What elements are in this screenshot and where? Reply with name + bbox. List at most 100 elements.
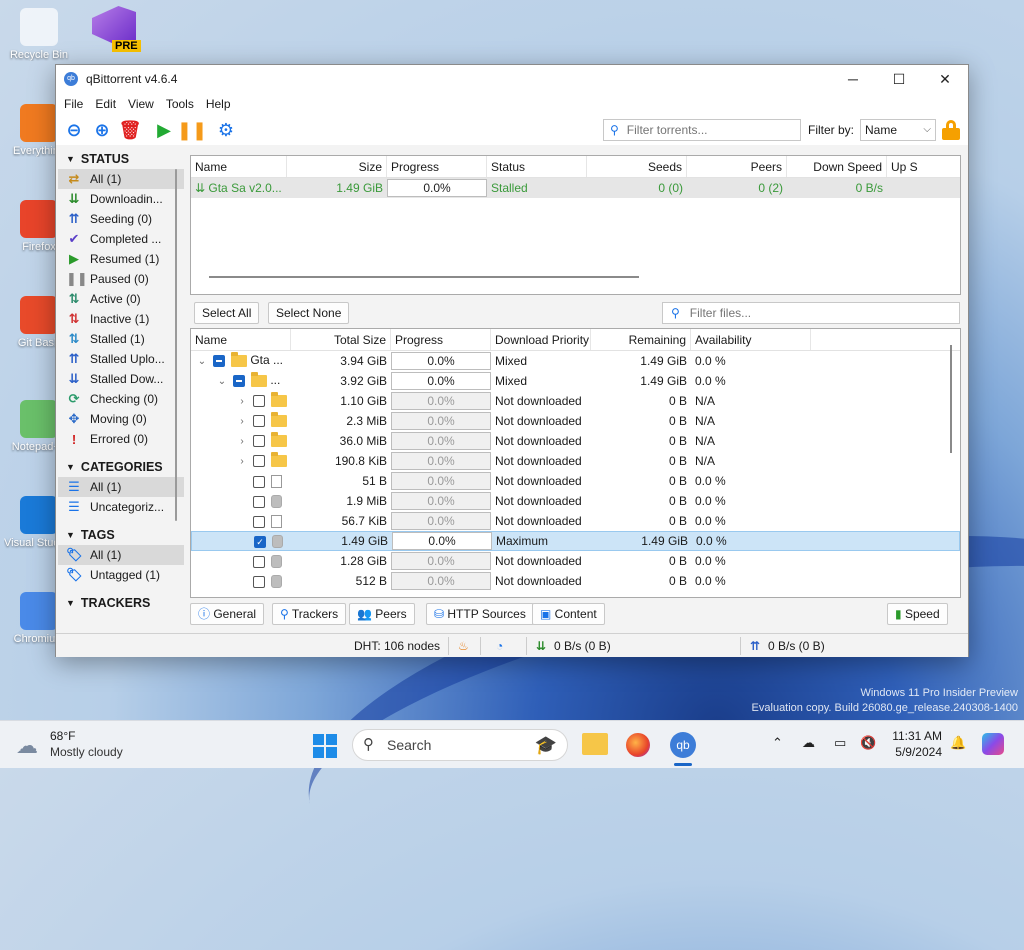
menu-tools[interactable]: Tools bbox=[160, 97, 200, 111]
status-filter-item[interactable]: ⇈ Stalled Uplo... bbox=[58, 349, 184, 369]
expand-arrow-icon[interactable]: › bbox=[235, 412, 249, 432]
file-row[interactable]: ⌄ Gta ... 3.94 GiB 0.0% Mixed 1.49 GiB 0.0 % bbox=[191, 351, 960, 371]
file-col-header[interactable]: Remaining bbox=[591, 329, 691, 350]
file-row[interactable]: 51 B 0.0% Not downloaded 0 B 0.0 % bbox=[191, 471, 960, 491]
file-row[interactable]: › 190.8 KiB 0.0% Not downloaded 0 B N/A bbox=[191, 451, 960, 471]
status-filter-item[interactable]: ⇊ Stalled Dow... bbox=[58, 369, 184, 389]
file-row[interactable]: 1.9 MiB 0.0% Not downloaded 0 B 0.0 % bbox=[191, 491, 960, 511]
resume-icon[interactable]: ▶ bbox=[150, 117, 178, 143]
menu-view[interactable]: View bbox=[122, 97, 160, 111]
status-filter-item[interactable]: ⇄ All (1) bbox=[58, 169, 184, 189]
tab-peers[interactable]: 👥 Peers bbox=[349, 603, 415, 625]
gear-icon[interactable]: ⚙ bbox=[212, 117, 240, 143]
file-checkbox[interactable] bbox=[253, 454, 265, 467]
file-explorer-icon[interactable] bbox=[582, 733, 608, 755]
status-filter-item[interactable]: ▶ Resumed (1) bbox=[58, 249, 184, 269]
file-cell[interactable]: Mixed bbox=[491, 351, 591, 371]
file-row[interactable]: › 2.3 MiB 0.0% Not downloaded 0 B N/A bbox=[191, 411, 960, 431]
add-torrent-icon[interactable]: ⊕ bbox=[88, 117, 116, 143]
speed-limit-icon[interactable]: ◔ bbox=[496, 639, 503, 653]
file-row[interactable]: › 1.10 GiB 0.0% Not downloaded 0 B N/A bbox=[191, 391, 960, 411]
maximize-button[interactable]: ☐ bbox=[876, 65, 922, 93]
file-cell[interactable]: Not downloaded bbox=[491, 391, 591, 411]
status-filter-item[interactable]: ⇊ Downloadin... bbox=[58, 189, 184, 209]
taskbar-search[interactable]: ⚲ Search 🎓 bbox=[352, 729, 568, 761]
select-none-button[interactable]: Select None bbox=[268, 302, 350, 324]
bell-icon[interactable]: 🔔 bbox=[950, 735, 966, 751]
filter-files-input[interactable] bbox=[687, 305, 848, 321]
file-col-header[interactable]: Name bbox=[191, 329, 291, 350]
display-icon[interactable]: ▭ bbox=[834, 735, 846, 751]
file-checkbox[interactable] bbox=[253, 434, 265, 447]
weather-desc[interactable]: Mostly cloudy bbox=[50, 745, 123, 759]
status-filter-item[interactable]: ⇅ Inactive (1) bbox=[58, 309, 184, 329]
file-checkbox[interactable]: ✓ bbox=[254, 535, 266, 548]
status-filter-item[interactable]: ⇅ Stalled (1) bbox=[58, 329, 184, 349]
file-cell[interactable]: Not downloaded bbox=[491, 571, 591, 591]
select-all-button[interactable]: Select All bbox=[194, 302, 260, 324]
status-filter-item[interactable]: ✔ Completed ... bbox=[58, 229, 184, 249]
file-cell[interactable]: Mixed bbox=[491, 371, 591, 391]
status-filter-item[interactable]: ✥ Moving (0) bbox=[58, 409, 184, 429]
filter-torrents-input[interactable] bbox=[624, 122, 785, 138]
torrent-col-header[interactable]: Name bbox=[191, 156, 287, 177]
file-row[interactable]: ✓ 1.49 GiB 0.0% Maximum 1.49 GiB 0.0 % bbox=[191, 531, 960, 551]
file-checkbox[interactable] bbox=[253, 495, 265, 508]
file-cell[interactable]: Not downloaded bbox=[491, 451, 591, 471]
status-filter-item[interactable]: ⇅ Active (0) bbox=[58, 289, 184, 309]
torrent-filter-box[interactable]: ⚲ bbox=[603, 119, 801, 141]
minimize-button[interactable]: ─ bbox=[830, 65, 876, 93]
file-checkbox[interactable] bbox=[253, 515, 265, 528]
expand-arrow-icon[interactable]: › bbox=[235, 392, 249, 412]
file-row[interactable]: 512 B 0.0% Not downloaded 0 B 0.0 % bbox=[191, 571, 960, 591]
expand-arrow-icon[interactable]: ⌄ bbox=[195, 352, 209, 372]
clock[interactable]: 11:31 AM 5/9/2024 bbox=[890, 729, 942, 759]
file-col-header[interactable]: Availability bbox=[691, 329, 811, 350]
status-filter-item[interactable]: ⟳ Checking (0) bbox=[58, 389, 184, 409]
torrent-col-header[interactable]: Progress bbox=[387, 156, 487, 177]
firefox-icon[interactable] bbox=[626, 733, 650, 757]
file-cell[interactable]: Not downloaded bbox=[491, 511, 591, 531]
file-checkbox[interactable] bbox=[253, 575, 265, 588]
file-checkbox[interactable] bbox=[233, 374, 245, 387]
torrent-col-header[interactable]: Down Speed bbox=[787, 156, 887, 177]
file-col-header[interactable]: Total Size bbox=[291, 329, 391, 350]
add-torrent-link-icon[interactable]: ⊖ bbox=[60, 117, 88, 143]
trackers-header[interactable]: ▼ TRACKERS bbox=[58, 593, 184, 613]
file-list-scrollbar[interactable] bbox=[950, 345, 952, 453]
tab-http-sources[interactable]: ⛁ HTTP Sources bbox=[426, 603, 534, 625]
tab-trackers[interactable]: ⚲ Trackers bbox=[272, 603, 347, 625]
delete-icon[interactable]: 🗑 bbox=[116, 117, 144, 143]
status-filter-item[interactable]: ⇈ Seeding (0) bbox=[58, 209, 184, 229]
file-checkbox[interactable] bbox=[213, 354, 225, 367]
file-cell[interactable]: Not downloaded bbox=[491, 551, 591, 571]
file-cell[interactable]: Not downloaded bbox=[491, 411, 591, 431]
file-checkbox[interactable] bbox=[253, 414, 265, 427]
tab-content[interactable]: ▣ Content bbox=[532, 603, 605, 625]
torrent-col-header[interactable]: Status bbox=[487, 156, 587, 177]
file-cell[interactable]: Not downloaded bbox=[491, 491, 591, 511]
category-item[interactable]: ☰ Uncategoriz... bbox=[58, 497, 184, 517]
file-col-header[interactable]: Download Priority bbox=[491, 329, 591, 350]
file-checkbox[interactable] bbox=[253, 555, 265, 568]
menu-help[interactable]: Help bbox=[200, 97, 237, 111]
tag-item[interactable]: 🏷 Untagged (1) bbox=[58, 565, 184, 585]
volume-icon[interactable]: 🔇 bbox=[860, 735, 876, 751]
start-icon[interactable] bbox=[313, 734, 337, 758]
close-button[interactable]: ✕ bbox=[922, 65, 968, 93]
expand-arrow-icon[interactable]: ⌄ bbox=[215, 372, 229, 392]
file-row[interactable]: 56.7 KiB 0.0% Not downloaded 0 B 0.0 % bbox=[191, 511, 960, 531]
weather-temp[interactable]: 68°F bbox=[50, 729, 75, 743]
file-cell[interactable]: Not downloaded bbox=[491, 431, 591, 451]
file-checkbox[interactable] bbox=[253, 394, 265, 407]
file-cell[interactable]: Maximum bbox=[492, 531, 592, 551]
torrent-row[interactable]: ⇊ Gta Sa v2.0... 1.49 GiB 0.0% Stalled 0 (0)… bbox=[191, 178, 960, 198]
menu-file[interactable]: File bbox=[58, 97, 89, 111]
lock-icon[interactable] bbox=[942, 119, 960, 141]
qbittorrent-taskbar-icon[interactable]: qb bbox=[670, 732, 696, 758]
copilot-icon[interactable] bbox=[982, 733, 1004, 755]
tab-general[interactable]: ⓘ General bbox=[190, 603, 265, 625]
status-filter-item[interactable]: ❚❚ Paused (0) bbox=[58, 269, 184, 289]
expand-arrow-icon[interactable]: › bbox=[235, 432, 249, 452]
speed-tab[interactable]: ▮ Speed bbox=[887, 603, 948, 625]
